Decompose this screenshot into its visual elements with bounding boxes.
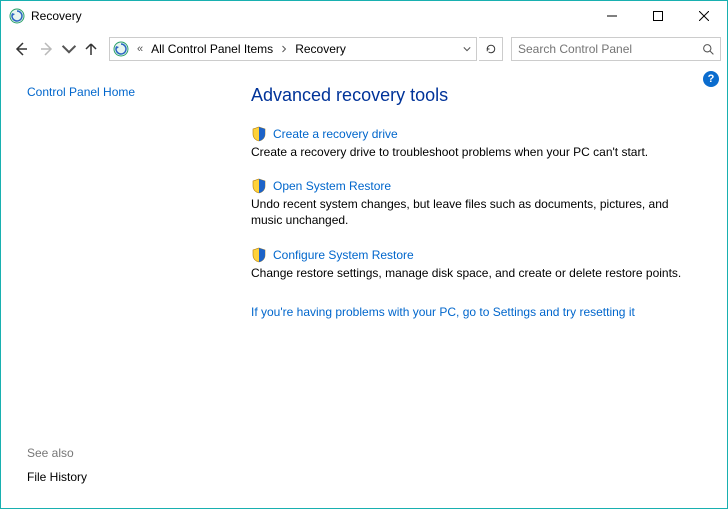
window-controls (589, 1, 727, 31)
open-system-restore-desc: Undo recent system changes, but leave fi… (251, 196, 687, 228)
file-history-link[interactable]: File History (27, 470, 87, 484)
search-box[interactable] (511, 37, 721, 61)
see-also-section: See also File History (27, 446, 211, 508)
control-panel-home-link[interactable]: Control Panel Home (27, 85, 211, 99)
address-dropdown-button[interactable] (458, 38, 476, 60)
sidebar: Control Panel Home See also File History (1, 67, 211, 508)
shield-icon (251, 126, 267, 142)
tool-create-recovery-drive: Create a recovery drive Create a recover… (251, 126, 687, 160)
breadcrumb-overflow-icon[interactable]: « (133, 43, 147, 55)
main-content: Advanced recovery tools Create a recover… (211, 67, 727, 508)
search-icon[interactable] (696, 38, 720, 60)
create-recovery-drive-desc: Create a recovery drive to troubleshoot … (251, 144, 687, 160)
recent-locations-button[interactable] (61, 37, 77, 61)
breadcrumb-all-items[interactable]: All Control Panel Items (147, 38, 277, 60)
up-button[interactable] (79, 37, 103, 61)
minimize-button[interactable] (589, 1, 635, 31)
shield-icon (251, 178, 267, 194)
window: Recovery (0, 0, 728, 509)
close-button[interactable] (681, 1, 727, 31)
configure-system-restore-desc: Change restore settings, manage disk spa… (251, 265, 687, 281)
chevron-right-icon[interactable] (277, 42, 291, 56)
see-also-label: See also (27, 446, 211, 460)
refresh-button[interactable] (479, 37, 503, 61)
search-input[interactable] (512, 38, 696, 60)
recovery-icon (113, 41, 129, 57)
back-button[interactable] (9, 37, 33, 61)
body: ? Control Panel Home See also File Histo… (1, 67, 727, 508)
nav-row: « All Control Panel Items Recovery (1, 31, 727, 67)
maximize-button[interactable] (635, 1, 681, 31)
shield-icon (251, 247, 267, 263)
create-recovery-drive-link[interactable]: Create a recovery drive (273, 127, 398, 141)
open-system-restore-link[interactable]: Open System Restore (273, 179, 391, 193)
recovery-icon (9, 8, 25, 24)
breadcrumb-recovery[interactable]: Recovery (291, 38, 350, 60)
tool-open-system-restore: Open System Restore Undo recent system c… (251, 178, 687, 228)
help-icon[interactable]: ? (703, 71, 719, 87)
forward-button[interactable] (35, 37, 59, 61)
page-heading: Advanced recovery tools (251, 85, 687, 106)
title-bar: Recovery (1, 1, 727, 31)
reset-pc-link[interactable]: If you're having problems with your PC, … (251, 305, 687, 319)
window-title: Recovery (31, 9, 589, 23)
address-bar[interactable]: « All Control Panel Items Recovery (109, 37, 477, 61)
configure-system-restore-link[interactable]: Configure System Restore (273, 248, 414, 262)
tool-configure-system-restore: Configure System Restore Change restore … (251, 247, 687, 281)
